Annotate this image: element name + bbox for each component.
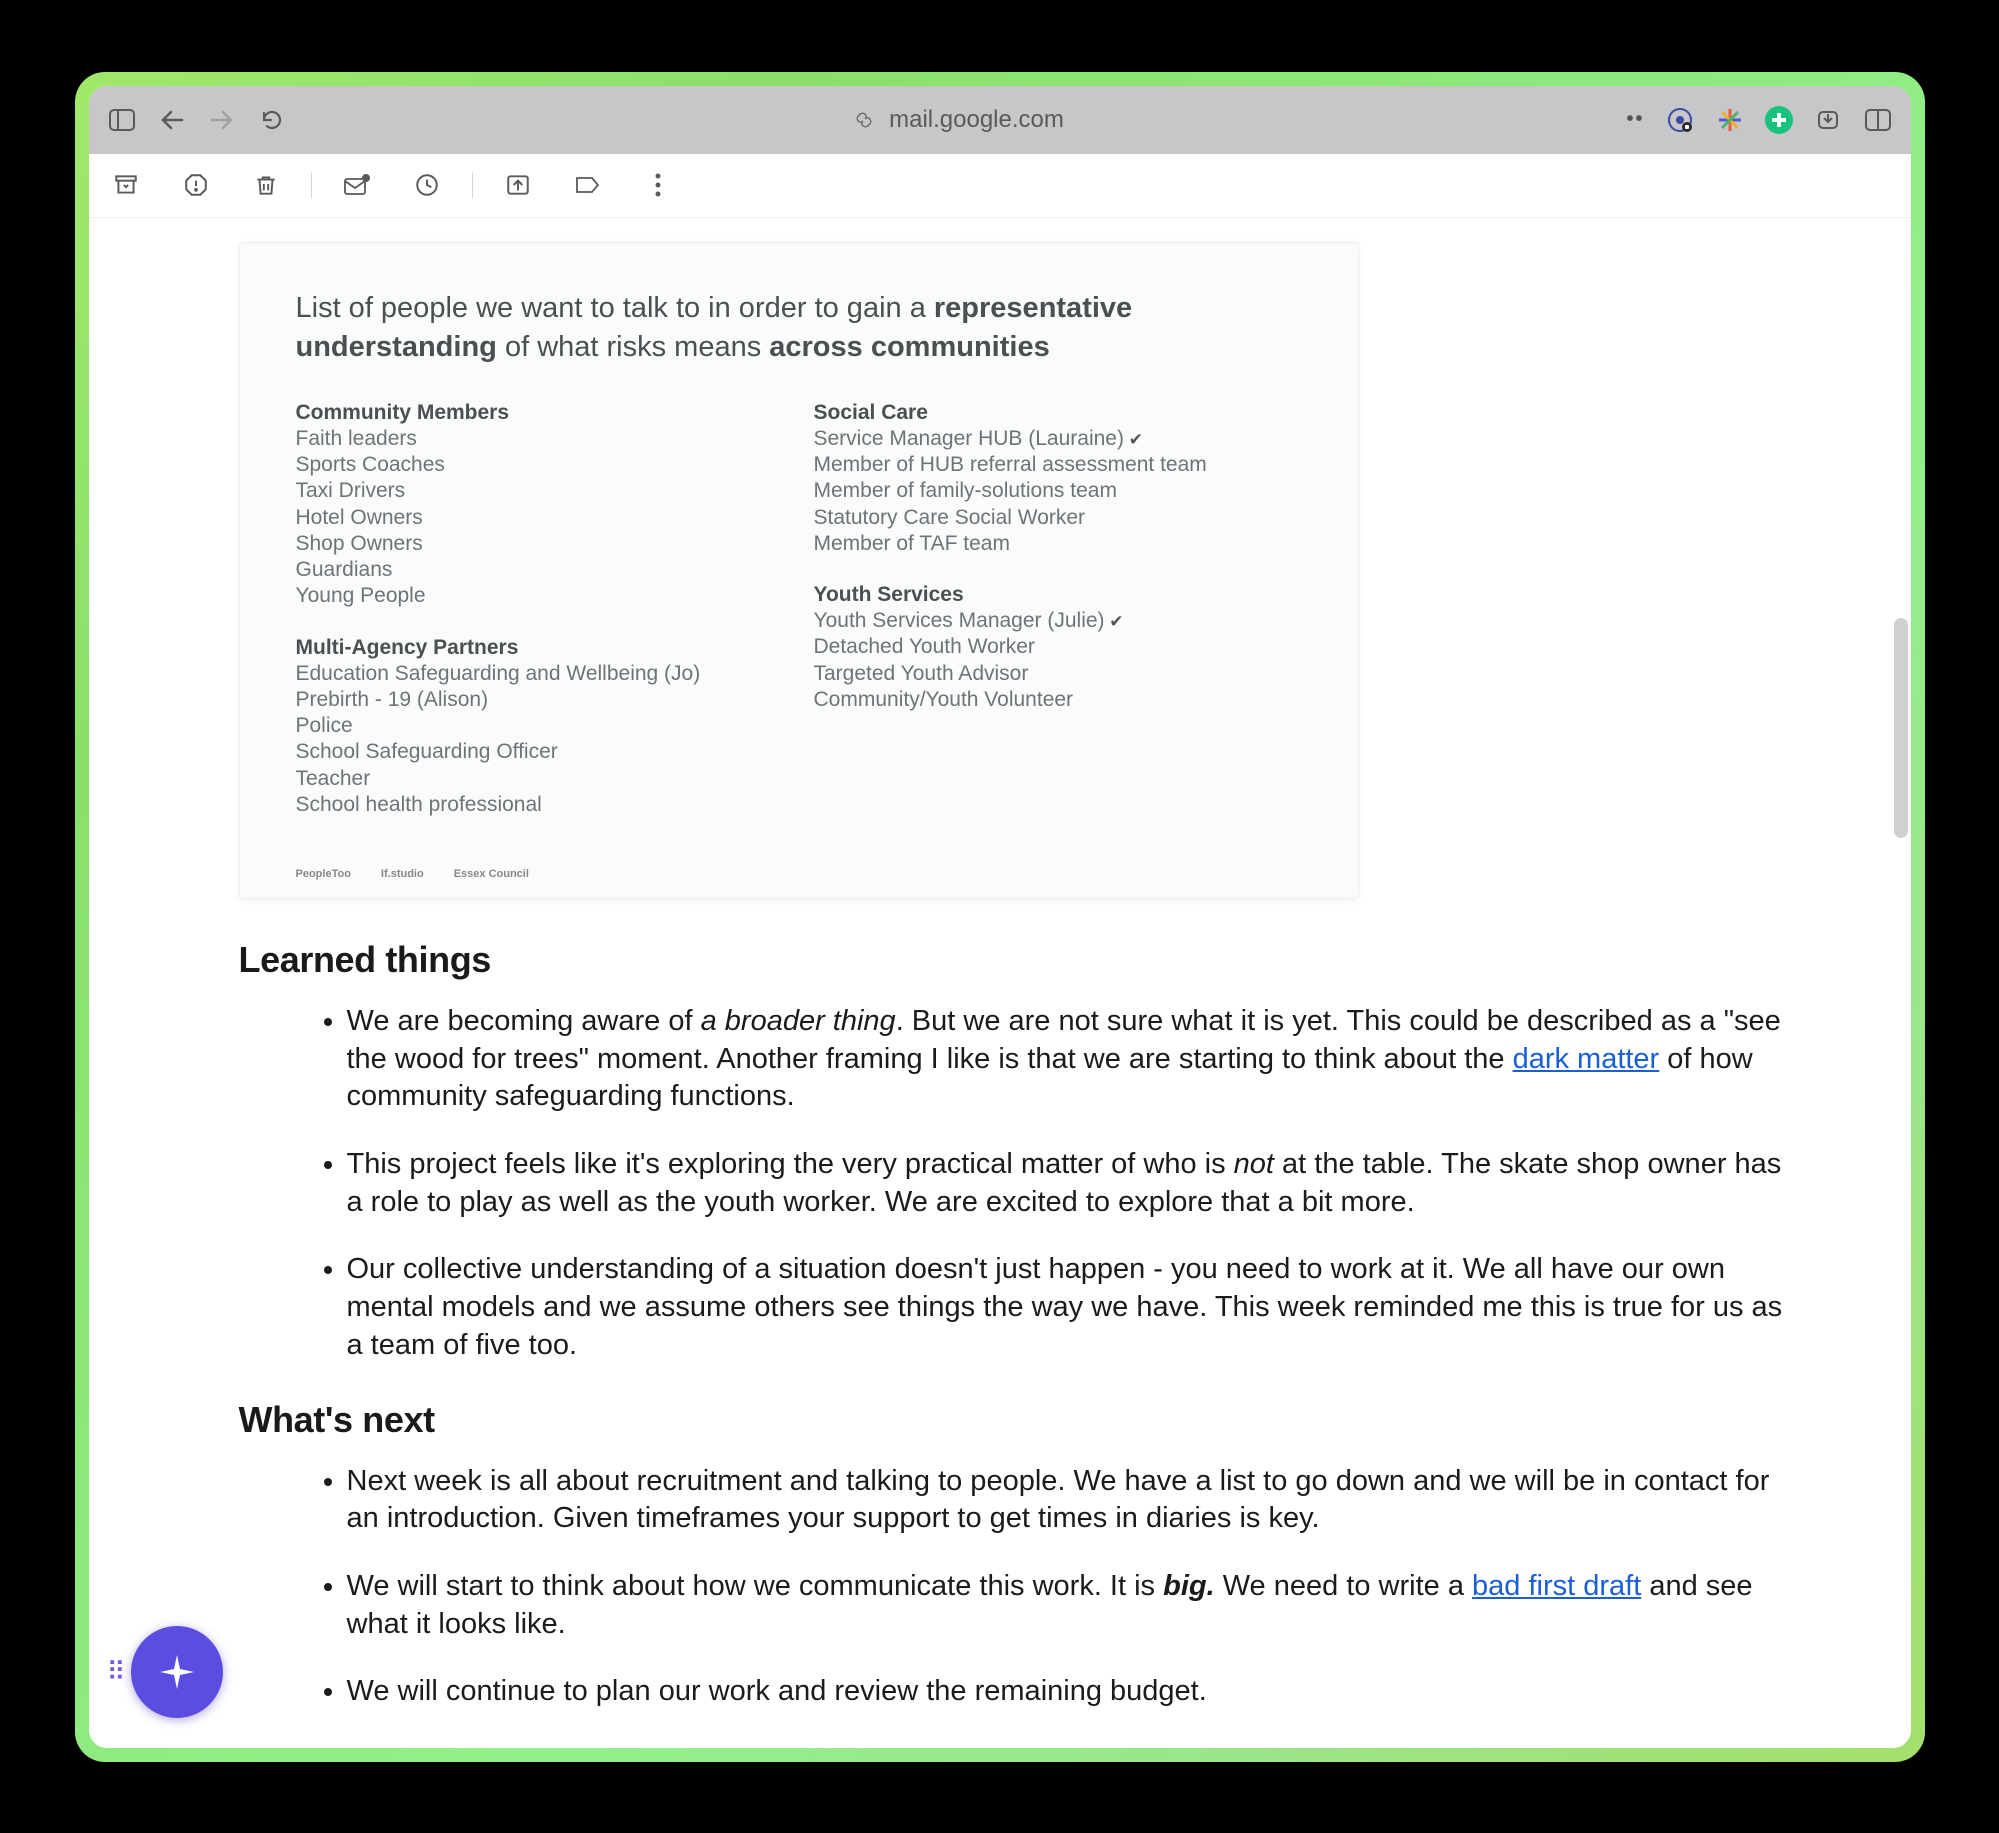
password-indicator: •• bbox=[1626, 108, 1644, 131]
label-icon[interactable] bbox=[573, 170, 603, 200]
people-group: Social CareService Manager HUB (Lauraine… bbox=[814, 401, 1302, 557]
group-item: Member of HUB referral assessment team bbox=[814, 452, 1302, 478]
list-item: We are becoming aware of a broader thing… bbox=[347, 1003, 1799, 1116]
group-heading: Community Members bbox=[296, 401, 784, 425]
toolbar-divider bbox=[311, 172, 312, 198]
snooze-icon[interactable] bbox=[412, 170, 442, 200]
drag-dots-icon: ⠿ bbox=[107, 1665, 124, 1678]
tabs-icon[interactable] bbox=[1863, 105, 1893, 135]
group-item: Service Manager HUB (Lauraine) bbox=[814, 426, 1302, 452]
group-heading: Social Care bbox=[814, 401, 1302, 425]
group-item: Member of TAF team bbox=[814, 531, 1302, 557]
bullet-list: We are becoming aware of a broader thing… bbox=[347, 1003, 1819, 1365]
group-item: Guardians bbox=[296, 557, 784, 583]
more-icon[interactable] bbox=[643, 170, 673, 200]
extension-1-icon[interactable] bbox=[1665, 105, 1695, 135]
text-run: We are becoming aware of bbox=[347, 1005, 701, 1037]
text-run: We need to write a bbox=[1215, 1570, 1472, 1602]
inline-link[interactable]: bad first draft bbox=[1472, 1570, 1641, 1602]
italic-text: not bbox=[1234, 1148, 1274, 1180]
reload-icon[interactable] bbox=[257, 105, 287, 135]
group-heading: Multi-Agency Partners bbox=[296, 636, 784, 660]
mark-unread-icon[interactable] bbox=[342, 170, 372, 200]
group-item: Statutory Care Social Worker bbox=[814, 505, 1302, 531]
window-frame: mail.google.com •• bbox=[75, 72, 1925, 1762]
card-footer-item: If.studio bbox=[381, 868, 424, 880]
group-item: Targeted Youth Advisor bbox=[814, 661, 1302, 687]
inline-link[interactable]: dark matter bbox=[1513, 1043, 1660, 1075]
people-group: Multi-Agency PartnersEducation Safeguard… bbox=[296, 636, 784, 819]
card-footer: PeopleToo If.studio Essex Council bbox=[296, 868, 1302, 880]
text-run: We will continue to plan our work and re… bbox=[347, 1675, 1207, 1707]
people-group: Community MembersFaith leadersSports Coa… bbox=[296, 401, 784, 610]
scrollbar[interactable] bbox=[1894, 618, 1908, 838]
italic-text: a broader thing bbox=[701, 1005, 896, 1037]
card-right-column: Social CareService Manager HUB (Lauraine… bbox=[814, 399, 1302, 844]
group-item: Prebirth - 19 (Alison) bbox=[296, 687, 784, 713]
emphasis-text: big. bbox=[1163, 1570, 1215, 1602]
section-heading-next: What's next bbox=[239, 1399, 1819, 1441]
group-item: Detached Youth Worker bbox=[814, 634, 1302, 660]
card-footer-item: Essex Council bbox=[454, 868, 529, 880]
document-body: Learned things We are becoming aware of … bbox=[239, 939, 1819, 1711]
card-title-text: List of people we want to talk to in ord… bbox=[296, 292, 934, 324]
text-run: We will start to think about how we comm… bbox=[347, 1570, 1164, 1602]
extension-3-icon[interactable] bbox=[1765, 106, 1793, 134]
group-item: Faith leaders bbox=[296, 426, 784, 452]
text-run: Our collective understanding of a situat… bbox=[347, 1253, 1783, 1360]
group-item: Sports Coaches bbox=[296, 452, 784, 478]
content-area: List of people we want to talk to in ord… bbox=[89, 218, 1911, 1748]
list-item: We will start to think about how we comm… bbox=[347, 1568, 1799, 1643]
lock-icon bbox=[849, 105, 879, 135]
forward-icon[interactable] bbox=[207, 105, 237, 135]
sparkle-icon bbox=[154, 1649, 200, 1695]
bullet-list: Next week is all about recruitment and t… bbox=[347, 1463, 1819, 1711]
list-item: Next week is all about recruitment and t… bbox=[347, 1463, 1799, 1538]
spam-icon[interactable] bbox=[181, 170, 211, 200]
window-inner: mail.google.com •• bbox=[89, 86, 1911, 1748]
group-item: Police bbox=[296, 713, 784, 739]
group-item: School Safeguarding Officer bbox=[296, 739, 784, 765]
group-item: Education Safeguarding and Wellbeing (Jo… bbox=[296, 661, 784, 687]
group-item: Hotel Owners bbox=[296, 505, 784, 531]
people-group: Youth ServicesYouth Services Manager (Ju… bbox=[814, 583, 1302, 713]
mail-toolbar bbox=[89, 154, 1911, 218]
extension-2-icon[interactable] bbox=[1715, 105, 1745, 135]
browser-chrome: mail.google.com •• bbox=[89, 86, 1911, 154]
text-run: Next week is all about recruitment and t… bbox=[347, 1465, 1770, 1535]
move-to-icon[interactable] bbox=[503, 170, 533, 200]
group-item: Taxi Drivers bbox=[296, 478, 784, 504]
list-item: Our collective understanding of a situat… bbox=[347, 1251, 1799, 1364]
group-item: Young People bbox=[296, 583, 784, 609]
archive-icon[interactable] bbox=[111, 170, 141, 200]
card-title-text: of what risks means bbox=[497, 331, 769, 363]
group-item: Teacher bbox=[296, 766, 784, 792]
card-left-column: Community MembersFaith leadersSports Coa… bbox=[296, 399, 784, 844]
text-run: This project feels like it's exploring t… bbox=[347, 1148, 1234, 1180]
group-item: Community/Youth Volunteer bbox=[814, 687, 1302, 713]
group-item: Shop Owners bbox=[296, 531, 784, 557]
toolbar-divider bbox=[472, 172, 473, 198]
group-item: Member of family-solutions team bbox=[814, 478, 1302, 504]
group-item: Youth Services Manager (Julie) bbox=[814, 608, 1302, 634]
back-icon[interactable] bbox=[157, 105, 187, 135]
sidebar-toggle-icon[interactable] bbox=[107, 105, 137, 135]
section-heading-learned: Learned things bbox=[239, 939, 1819, 981]
card-title: List of people we want to talk to in ord… bbox=[296, 289, 1302, 367]
trash-icon[interactable] bbox=[251, 170, 281, 200]
card-footer-item: PeopleToo bbox=[296, 868, 351, 880]
downloads-icon[interactable] bbox=[1813, 105, 1843, 135]
list-item: We will continue to plan our work and re… bbox=[347, 1673, 1799, 1711]
people-list-card: List of people we want to talk to in ord… bbox=[239, 242, 1359, 900]
group-heading: Youth Services bbox=[814, 583, 1302, 607]
url-text[interactable]: mail.google.com bbox=[889, 106, 1064, 134]
compose-fab[interactable]: ⠿ bbox=[131, 1626, 223, 1718]
card-title-bold: across communities bbox=[769, 331, 1049, 363]
list-item: This project feels like it's exploring t… bbox=[347, 1146, 1799, 1221]
group-item: School health professional bbox=[296, 792, 784, 818]
